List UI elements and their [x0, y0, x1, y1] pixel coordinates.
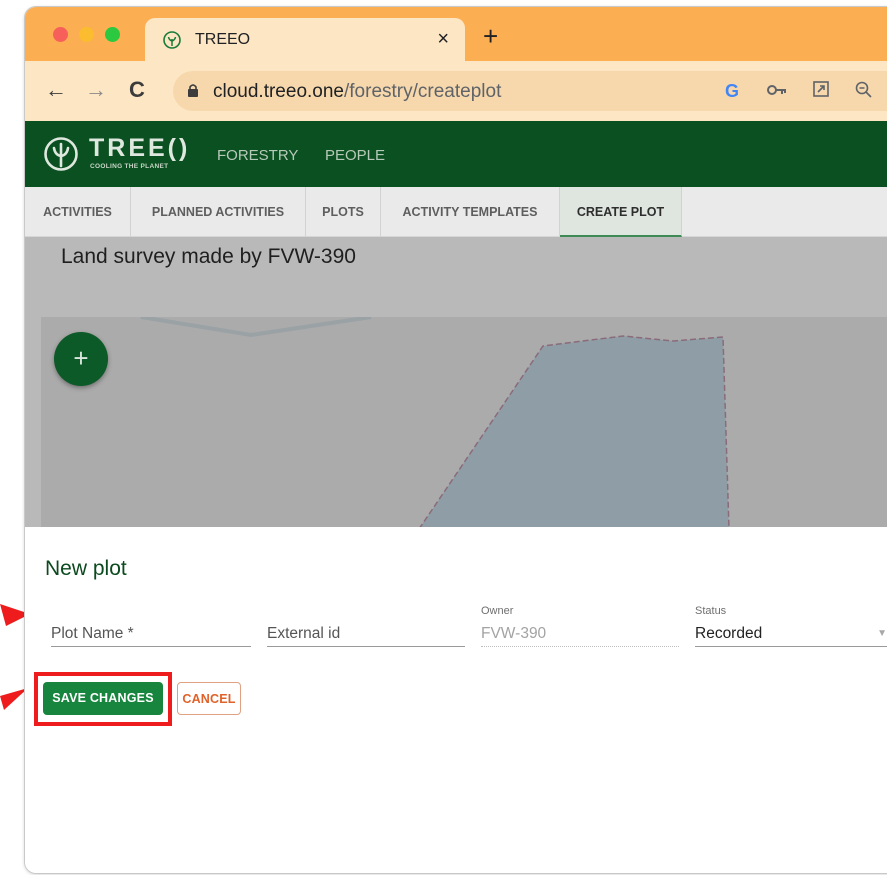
external-id-field[interactable]: External id [267, 597, 465, 647]
key-icon[interactable] [767, 81, 787, 102]
app-header: TREE() COOLING THE PLANET FORESTRY PEOPL… [25, 121, 887, 187]
tab-create-plot[interactable]: CREATE PLOT [560, 187, 682, 237]
zoom-icon[interactable] [855, 81, 873, 104]
google-g-icon[interactable]: G [725, 81, 739, 102]
back-arrow-icon[interactable]: ← [45, 77, 67, 103]
url-host: cloud.treeo.one [213, 81, 344, 102]
plot-polygon[interactable] [41, 317, 887, 529]
reload-icon[interactable]: C [129, 77, 145, 103]
tab-close-icon[interactable]: × [437, 28, 449, 51]
treeo-logo-icon[interactable] [43, 136, 79, 172]
tab-strip: TREEO × + [25, 7, 887, 62]
cancel-button[interactable]: CANCEL [177, 682, 241, 715]
status-label: Status [695, 605, 727, 617]
tab-title: TREEO [195, 31, 251, 48]
owner-value: FVW-390 [481, 625, 547, 642]
add-point-button[interactable]: + [54, 332, 108, 386]
owner-field: Owner FVW-390 [481, 597, 679, 647]
status-value: Recorded [695, 625, 763, 642]
address-bar[interactable]: cloud.treeo.one/forestry/createplot G [173, 71, 887, 111]
browser-toolbar: ← → C cloud.treeo.one/forestry/createplo… [25, 61, 887, 121]
sheet-title: New plot [45, 557, 127, 580]
annotation-highlight-box [34, 672, 172, 726]
brand-tagline: COOLING THE PLANET [90, 163, 169, 170]
open-external-icon[interactable] [813, 81, 829, 102]
external-id-placeholder: External id [267, 625, 341, 642]
map-section: Land survey made by FVW-390 + [25, 237, 887, 529]
map-canvas[interactable] [41, 317, 887, 529]
window-maximize-button[interactable] [105, 27, 120, 42]
window-close-button[interactable] [53, 27, 68, 42]
plot-name-field[interactable]: Plot Name * [51, 597, 251, 647]
status-select[interactable]: Status Recorded ▼ [695, 597, 887, 647]
nav-people[interactable]: PEOPLE [325, 147, 385, 164]
screenshot-stage: TREEO × + ← → C cloud.treeo.one/forestry… [0, 0, 887, 875]
url-path: /forestry/createplot [344, 81, 502, 102]
new-tab-button[interactable]: + [483, 21, 498, 52]
tab-plots[interactable]: PLOTS [306, 187, 381, 237]
window-minimize-button[interactable] [79, 27, 94, 42]
map-title: Land survey made by FVW-390 [61, 245, 356, 268]
browser-window: TREEO × + ← → C cloud.treeo.one/forestry… [24, 6, 887, 874]
plot-name-placeholder: Plot Name * [51, 625, 134, 642]
browser-tab[interactable]: TREEO × [145, 18, 465, 62]
url-text[interactable]: cloud.treeo.one/forestry/createplot [213, 81, 501, 103]
tab-activity-templates[interactable]: ACTIVITY TEMPLATES [381, 187, 560, 237]
lock-icon [188, 84, 198, 97]
section-tabs: ACTIVITIES PLANNED ACTIVITIES PLOTS ACTI… [25, 187, 887, 237]
tab-activities[interactable]: ACTIVITIES [25, 187, 131, 237]
tab-planned-activities[interactable]: PLANNED ACTIVITIES [131, 187, 306, 237]
chevron-down-icon: ▼ [877, 628, 887, 639]
forward-arrow-icon[interactable]: → [85, 77, 107, 103]
brand-name: TREE() [89, 134, 191, 162]
nav-forestry[interactable]: FORESTRY [217, 147, 298, 164]
treeo-favicon-icon [163, 31, 181, 49]
owner-label: Owner [481, 605, 514, 617]
